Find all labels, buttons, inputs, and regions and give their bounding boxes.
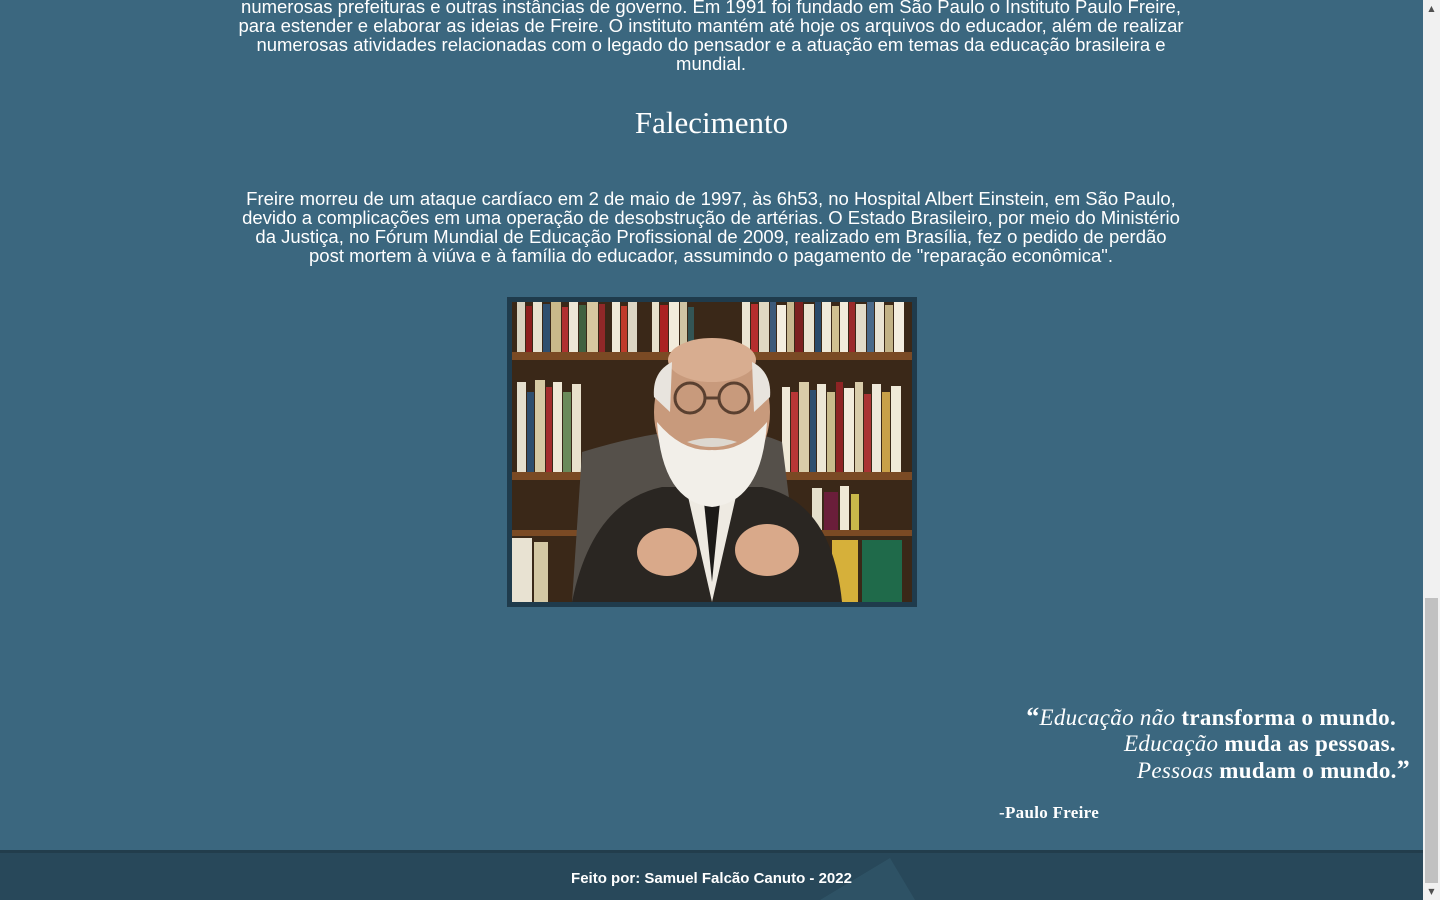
previous-section-paragraph: numerosas prefeituras e outras instância… xyxy=(238,0,1184,74)
page-viewport: numerosas prefeituras e outras instância… xyxy=(0,0,1423,900)
paulo-freire-photo xyxy=(507,297,917,607)
quote-line-1: “Educação não transforma o mundo. xyxy=(1026,702,1396,731)
quote-line-3: Pessoas mudam o mundo.” xyxy=(1137,755,1410,784)
quote-author: -Paulo Freire xyxy=(999,803,1100,822)
paulo-freire-quote: “Educação não transforma o mundo. Educaç… xyxy=(960,704,1410,784)
scroll-down-arrow-icon[interactable]: ▼ xyxy=(1423,883,1440,900)
scrollbar-thumb[interactable] xyxy=(1425,598,1438,883)
section-title-falecimento: Falecimento xyxy=(634,105,789,140)
scroll-up-arrow-icon[interactable]: ▲ xyxy=(1423,0,1440,17)
open-quote-mark: “ xyxy=(1026,702,1040,731)
page-footer: Feito por: Samuel Falcão Canuto - 2022 xyxy=(0,850,1423,900)
quote-line-2: Educação muda as pessoas. xyxy=(1123,731,1396,756)
footer-credit: Feito por: Samuel Falcão Canuto - 2022 xyxy=(571,870,852,887)
vertical-scrollbar[interactable]: ▲ ▼ xyxy=(1423,0,1440,900)
close-quote-mark: ” xyxy=(1396,755,1410,784)
falecimento-paragraph: Freire morreu de um ataque cardíaco em 2… xyxy=(242,188,1180,266)
portrait-illustration xyxy=(512,302,912,602)
